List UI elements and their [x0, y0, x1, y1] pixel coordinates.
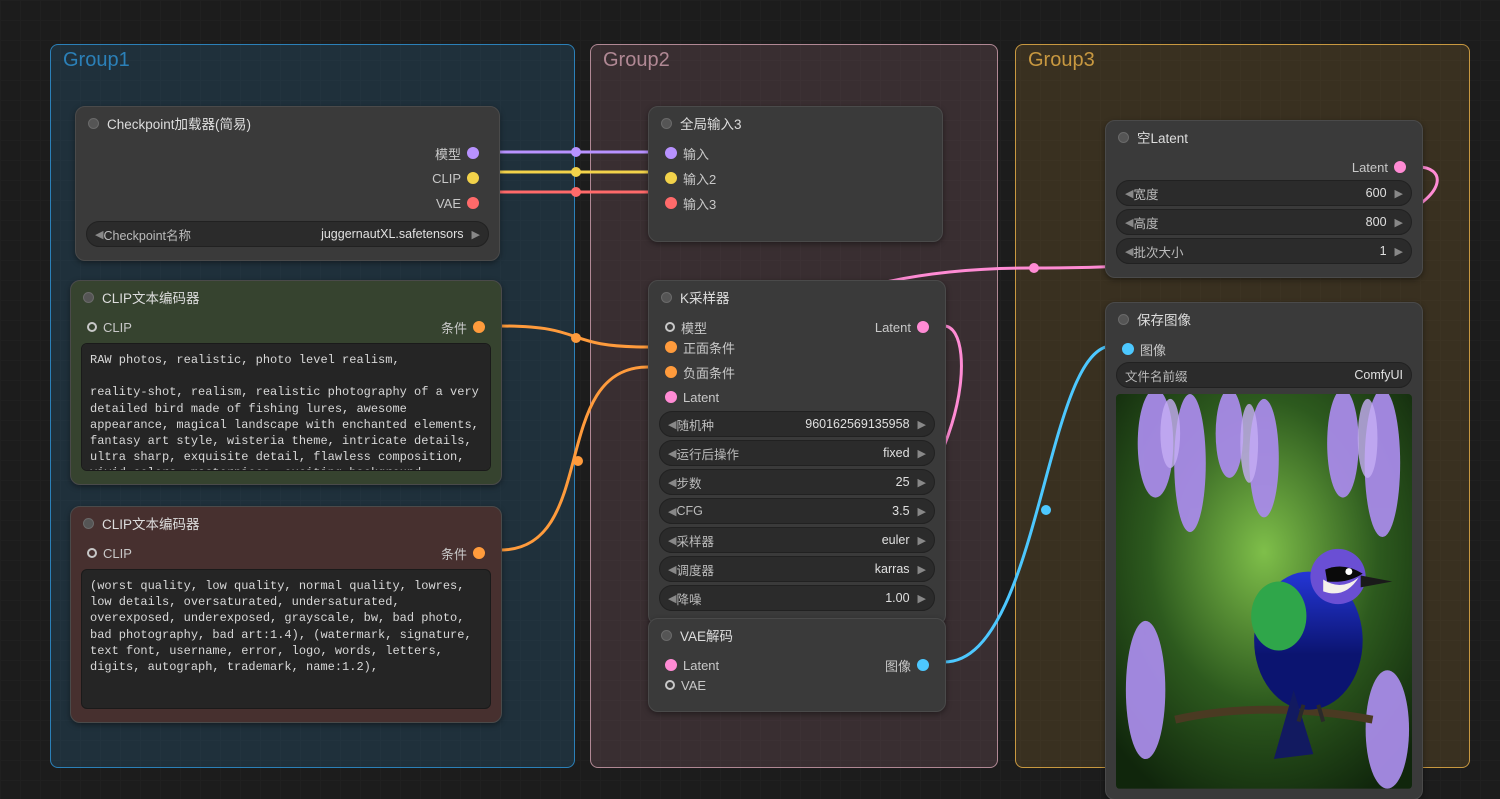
output-latent[interactable]: Latent [1116, 157, 1412, 177]
negative-prompt-textarea[interactable] [81, 569, 491, 709]
chevron-right-icon[interactable]: ▶ [1395, 216, 1403, 229]
output-conditioning[interactable]: 条件 [441, 317, 491, 337]
chevron-left-icon[interactable]: ◀ [668, 592, 676, 605]
ksampler-widget-5[interactable]: ◀调度器karras▶ [659, 556, 935, 582]
node-save-image[interactable]: 保存图像 图像 文件名前缀 ComfyUI [1105, 302, 1423, 799]
collapse-dot-icon[interactable] [661, 630, 672, 641]
node-title: 保存图像 [1137, 309, 1191, 329]
chevron-left-icon[interactable]: ◀ [1125, 187, 1133, 200]
node-title: CLIP文本编码器 [102, 513, 200, 533]
collapse-dot-icon[interactable] [83, 292, 94, 303]
input-image[interactable]: 图像 [1116, 339, 1412, 359]
empty-latent-widget-1[interactable]: ◀高度800▶ [1116, 209, 1412, 235]
ksampler-widget-6[interactable]: ◀降噪1.00▶ [659, 585, 935, 611]
chevron-left-icon[interactable]: ◀ [668, 418, 676, 431]
output-preview-image[interactable] [1116, 394, 1412, 789]
node-title: 全局输入3 [680, 113, 742, 133]
chevron-right-icon[interactable]: ▶ [918, 447, 926, 460]
chevron-right-icon[interactable]: ▶ [918, 592, 926, 605]
input-latent[interactable]: Latent [659, 655, 719, 675]
input-model[interactable]: 模型 [659, 317, 707, 337]
chevron-right-icon[interactable]: ▶ [918, 534, 926, 547]
collapse-dot-icon[interactable] [1118, 314, 1129, 325]
input-2[interactable]: 输入2 [659, 168, 932, 188]
ksampler-widget-2[interactable]: ◀步数25▶ [659, 469, 935, 495]
input-clip[interactable]: CLIP [81, 543, 132, 563]
node-clip-encode-positive[interactable]: CLIP文本编码器 CLIP 条件 [70, 280, 502, 485]
node-ksampler[interactable]: K采样器 模型 Latent 正面条件 负面条件 Latent ◀随机种9601… [648, 280, 946, 625]
group3-title[interactable]: Group3 [1028, 49, 1095, 72]
ksampler-widget-3[interactable]: ◀CFG3.5▶ [659, 498, 935, 524]
node-vae-decode[interactable]: VAE解码 Latent 图像 VAE [648, 618, 946, 712]
chevron-left-icon[interactable]: ◀ [668, 476, 676, 489]
input-3[interactable]: 输入3 [659, 193, 932, 213]
output-clip[interactable]: CLIP [432, 168, 485, 188]
filename-prefix-widget[interactable]: 文件名前缀 ComfyUI [1116, 362, 1412, 388]
input-positive[interactable]: 正面条件 [659, 337, 935, 357]
collapse-dot-icon[interactable] [83, 518, 94, 529]
collapse-dot-icon[interactable] [88, 118, 99, 129]
group1-title[interactable]: Group1 [63, 49, 130, 72]
collapse-dot-icon[interactable] [1118, 132, 1129, 143]
output-latent[interactable]: Latent [875, 317, 935, 337]
chevron-right-icon[interactable]: ▶ [472, 228, 480, 241]
node-title: Checkpoint加载器(简易) [107, 113, 251, 133]
node-title: VAE解码 [680, 625, 733, 645]
input-negative[interactable]: 负面条件 [659, 362, 935, 382]
group2-title[interactable]: Group2 [603, 49, 670, 72]
chevron-right-icon[interactable]: ▶ [1395, 245, 1403, 258]
input-vae[interactable]: VAE [659, 675, 935, 695]
ksampler-widget-4[interactable]: ◀采样器euler▶ [659, 527, 935, 553]
chevron-left-icon[interactable]: ◀ [1125, 216, 1133, 229]
empty-latent-widget-0[interactable]: ◀宽度600▶ [1116, 180, 1412, 206]
output-model[interactable]: 模型 [435, 143, 485, 163]
chevron-left-icon[interactable]: ◀ [668, 534, 676, 547]
node-checkpoint-loader[interactable]: Checkpoint加载器(简易) 模型 CLIP VAE ◀ Checkpoi… [75, 106, 500, 261]
ksampler-widget-0[interactable]: ◀随机种960162569135958▶ [659, 411, 935, 437]
collapse-dot-icon[interactable] [661, 292, 672, 303]
node-clip-encode-negative[interactable]: CLIP文本编码器 CLIP 条件 [70, 506, 502, 723]
output-image[interactable]: 图像 [885, 655, 935, 675]
checkpoint-name-widget[interactable]: ◀ Checkpoint名称 juggernautXL.safetensors … [86, 221, 489, 247]
node-title: K采样器 [680, 287, 730, 307]
output-vae[interactable]: VAE [436, 193, 485, 213]
collapse-dot-icon[interactable] [661, 118, 672, 129]
chevron-left-icon[interactable]: ◀ [668, 447, 676, 460]
output-conditioning[interactable]: 条件 [441, 543, 491, 563]
input-clip[interactable]: CLIP [81, 317, 132, 337]
node-title: 空Latent [1137, 127, 1188, 147]
positive-prompt-textarea[interactable] [81, 343, 491, 471]
ksampler-widget-1[interactable]: ◀运行后操作fixed▶ [659, 440, 935, 466]
chevron-right-icon[interactable]: ▶ [918, 505, 926, 518]
input-latent[interactable]: Latent [659, 387, 935, 407]
chevron-left-icon[interactable]: ◀ [95, 228, 103, 241]
node-title: CLIP文本编码器 [102, 287, 200, 307]
node-global-inputs[interactable]: 全局输入3 输入 输入2 输入3 [648, 106, 943, 242]
chevron-right-icon[interactable]: ▶ [918, 418, 926, 431]
chevron-right-icon[interactable]: ▶ [1395, 187, 1403, 200]
empty-latent-widget-2[interactable]: ◀批次大小1▶ [1116, 238, 1412, 264]
node-empty-latent[interactable]: 空Latent Latent ◀宽度600▶ ◀高度800▶ ◀批次大小1▶ [1105, 120, 1423, 278]
chevron-left-icon[interactable]: ◀ [668, 505, 676, 518]
chevron-left-icon[interactable]: ◀ [668, 563, 676, 576]
chevron-right-icon[interactable]: ▶ [918, 563, 926, 576]
chevron-left-icon[interactable]: ◀ [1125, 245, 1133, 258]
input-1[interactable]: 输入 [659, 143, 932, 163]
chevron-right-icon[interactable]: ▶ [918, 476, 926, 489]
